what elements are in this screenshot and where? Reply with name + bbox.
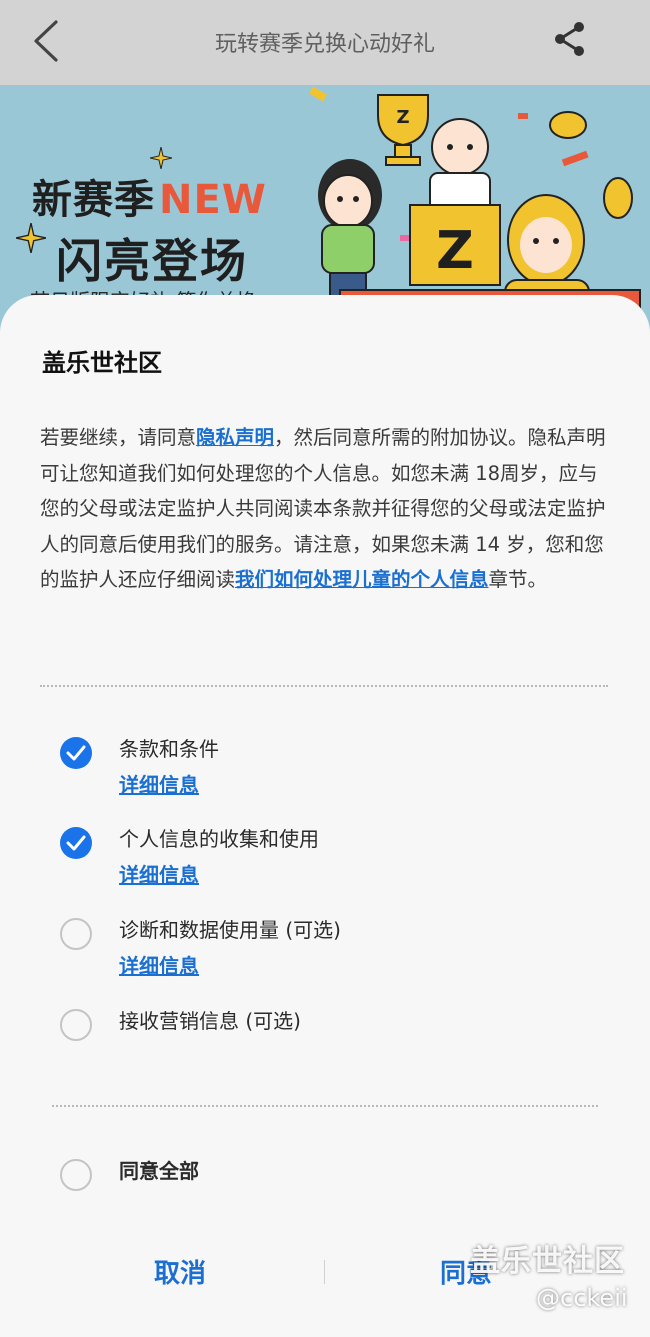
consent-item-label: 诊断和数据使用量 (可选) [119,918,341,942]
banner-subheadline: 闪亮登场 [56,234,248,288]
details-link[interactable]: 详细信息 [119,859,199,888]
consent-item-label: 条款和条件 [119,737,219,761]
checked-icon[interactable] [60,827,92,859]
svg-text:Z: Z [396,107,409,128]
unchecked-icon[interactable] [60,1159,92,1191]
privacy-notice-link[interactable]: 隐私声明 [196,426,274,449]
svg-text:Z: Z [436,221,474,281]
details-link[interactable]: 详细信息 [119,950,199,979]
sparkle-icon [16,223,46,253]
consent-description: 若要继续，请同意隐私声明，然后同意所需的附加协议。隐私声明可让您知道我们如何处理… [40,426,606,591]
top-bar: 玩转赛季兑换心动好礼 [0,0,650,85]
details-link[interactable]: 详细信息 [119,769,199,798]
button-divider [324,1260,325,1284]
children-info-link[interactable]: 我们如何处理儿童的个人信息 [235,568,489,591]
consent-dialog: 盖乐世社区 若要继续，请同意隐私声明，然后同意所需的附加协议。隐私声明可让您知道… [0,295,650,1337]
dialog-title: 盖乐世社区 [42,349,162,377]
share-icon[interactable] [548,18,592,62]
sparkle-icon [150,147,172,169]
cancel-button[interactable]: 取消 [154,1253,206,1290]
checked-icon[interactable] [60,737,92,769]
unchecked-icon[interactable] [60,1009,92,1041]
unchecked-icon[interactable] [60,918,92,950]
watermark: 盖乐世社区 [470,1244,625,1279]
consent-item-label: 接收营销信息 (可选) [119,1009,301,1033]
banner-headline: 新赛季 NEW [32,177,267,223]
divider [40,685,608,687]
agree-all-label: 同意全部 [119,1159,199,1183]
consent-item-label: 个人信息的收集和使用 [119,827,319,851]
divider [52,1105,598,1107]
watermark-user: @cckeii [536,1284,628,1312]
